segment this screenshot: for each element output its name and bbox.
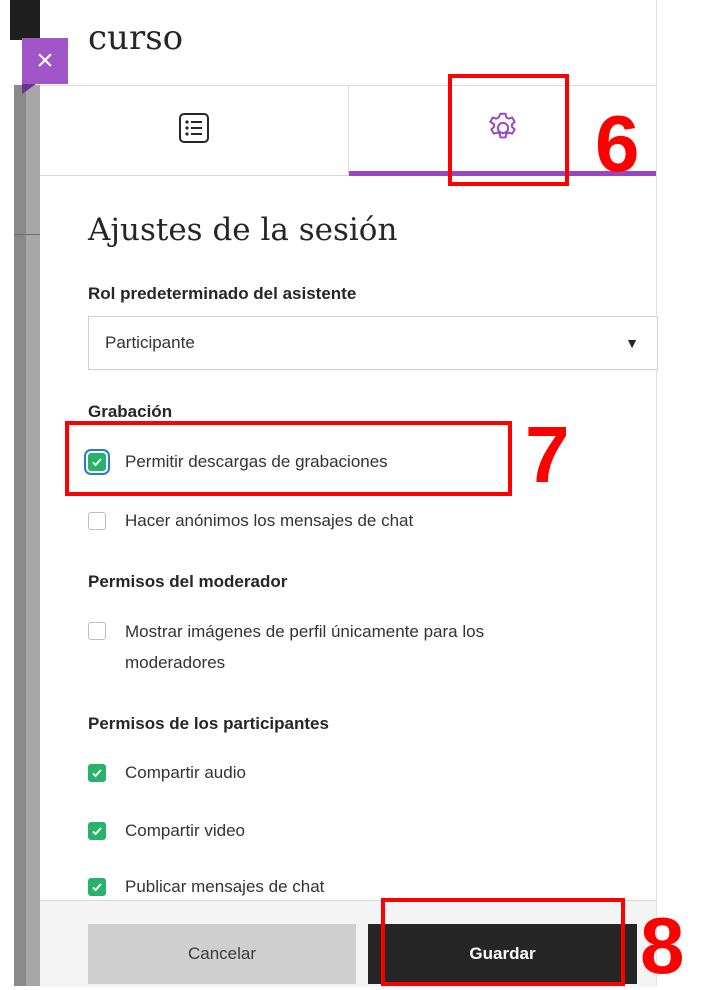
save-button[interactable]: Guardar [368, 924, 637, 984]
checkmark-icon [92, 827, 102, 836]
anonymize-chat-checkbox[interactable] [88, 512, 106, 530]
background-divider [14, 234, 40, 235]
share-audio-option[interactable]: Compartir audio [88, 762, 246, 787]
moderator-profile-images-checkbox[interactable] [88, 622, 106, 640]
default-role-value: Participante [105, 333, 195, 352]
post-chat-messages-option[interactable]: Publicar mensajes de chat [88, 876, 324, 901]
step8-number: 8 [640, 901, 685, 990]
checkmark-icon [92, 769, 102, 778]
allow-recording-downloads-option[interactable]: Permitir descargas de grabaciones [88, 451, 388, 476]
panel-title: curso [88, 18, 184, 58]
step6-number: 6 [595, 99, 640, 188]
anonymize-chat-option[interactable]: Hacer anónimos los mensajes de chat [88, 510, 413, 535]
share-video-label: Compartir video [125, 821, 245, 840]
share-audio-label: Compartir audio [125, 763, 246, 782]
share-video-option[interactable]: Compartir video [88, 820, 245, 845]
close-panel-button[interactable]: × [22, 38, 68, 94]
checkmark-icon [92, 883, 102, 892]
close-icon: × [36, 44, 54, 77]
background-page [0, 0, 40, 986]
share-video-checkbox[interactable] [88, 822, 106, 840]
tab-details[interactable] [40, 86, 349, 175]
recording-heading: Grabación [88, 402, 173, 421]
background-header [10, 0, 40, 40]
participant-permissions-heading: Permisos de los participantes [88, 714, 329, 733]
settings-heading: Ajustes de la sesión [88, 212, 398, 248]
default-role-select[interactable]: Participante ▼ [88, 316, 658, 370]
allow-recording-downloads-checkbox[interactable] [88, 453, 106, 471]
gear-icon [485, 110, 521, 151]
default-role-label: Rol predeterminado del asistente [88, 284, 357, 303]
caret-down-icon: ▼ [625, 335, 639, 351]
checkmark-icon [92, 458, 102, 467]
post-chat-messages-checkbox[interactable] [88, 878, 106, 896]
allow-recording-downloads-label: Permitir descargas de grabaciones [125, 452, 388, 471]
post-chat-messages-label: Publicar mensajes de chat [125, 877, 325, 896]
panel-tabs [40, 85, 656, 176]
step7-number: 7 [525, 410, 570, 499]
anonymize-chat-label: Hacer anónimos los mensajes de chat [125, 511, 414, 530]
list-icon [177, 111, 211, 150]
moderator-profile-images-option[interactable]: Mostrar imágenes de perfil únicamente pa… [88, 620, 578, 678]
moderator-permissions-heading: Permisos del moderador [88, 572, 288, 591]
background-overlay-edge [26, 85, 40, 986]
share-audio-checkbox[interactable] [88, 764, 106, 782]
moderator-profile-images-label: Mostrar imágenes de perfil únicamente pa… [125, 622, 485, 672]
cancel-button[interactable]: Cancelar [88, 924, 356, 984]
